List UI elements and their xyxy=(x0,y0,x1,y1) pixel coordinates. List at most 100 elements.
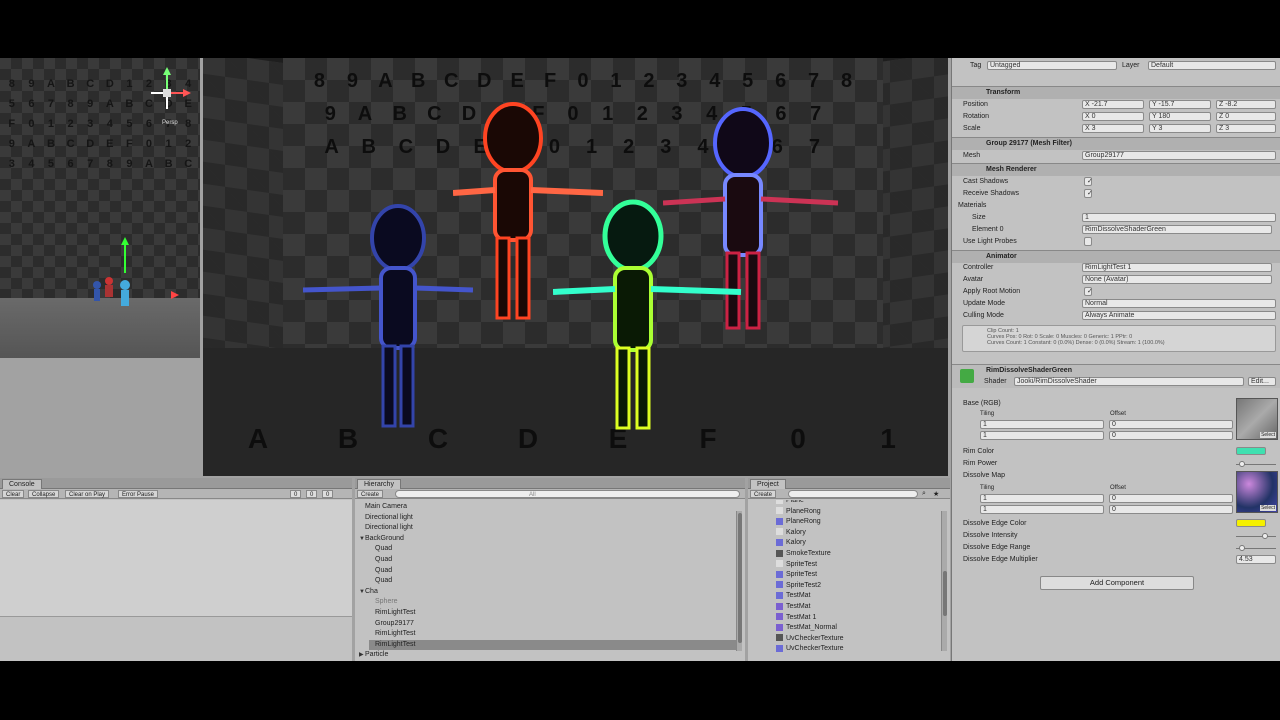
avatar-field[interactable]: None (Avatar) xyxy=(1082,275,1272,284)
tiling2-x-field[interactable]: 1 xyxy=(980,494,1104,503)
project-item[interactable]: UvCheckerTexture xyxy=(776,634,844,644)
error-pause-button[interactable]: Error Pause xyxy=(118,490,159,498)
project-item[interactable]: TestMat 1 xyxy=(776,613,816,623)
hierarchy-scroll-thumb[interactable] xyxy=(738,513,742,643)
element0-field[interactable]: RimDissolveShaderGreen xyxy=(1082,225,1272,234)
project-item[interactable]: PlaneRong xyxy=(776,517,821,527)
project-scroll-thumb[interactable] xyxy=(943,571,947,616)
offset2-x-field[interactable]: 0 xyxy=(1109,494,1233,503)
rotation-x-field[interactable]: X 0 xyxy=(1082,112,1144,121)
hierarchy-item[interactable]: Quad xyxy=(369,576,392,586)
project-item[interactable]: TestMat xyxy=(776,591,811,601)
hierarchy-item[interactable]: Directional light xyxy=(359,523,413,533)
edge-mult-field[interactable]: 4.53 xyxy=(1236,555,1276,564)
project-item[interactable]: SpriteTest xyxy=(776,560,817,570)
dissolve-map-thumbnail[interactable]: Select xyxy=(1236,471,1278,513)
base-texture-thumbnail[interactable]: Select xyxy=(1236,398,1278,440)
culling-mode-dropdown[interactable]: Always Animate xyxy=(1082,311,1276,320)
hierarchy-scrollbar[interactable] xyxy=(736,511,742,651)
materials-row[interactable]: Materials xyxy=(952,201,1280,212)
console-log-area[interactable] xyxy=(0,500,352,617)
project-item[interactable]: TestMat xyxy=(776,602,811,612)
rim-color-swatch[interactable] xyxy=(1236,447,1266,455)
clear-on-play-button[interactable]: Clear on Play xyxy=(65,490,110,498)
hierarchy-item[interactable]: ▶Particle xyxy=(359,650,388,660)
hierarchy-create-button[interactable]: Create xyxy=(357,490,384,498)
scale-z-field[interactable]: Z 3 xyxy=(1216,124,1276,133)
intensity-slider[interactable] xyxy=(1236,536,1276,537)
intensity-slider-thumb[interactable] xyxy=(1262,533,1268,539)
hierarchy-item[interactable]: ▼BackGround xyxy=(359,534,404,544)
project-item[interactable]: PlaneRong xyxy=(776,507,821,517)
shader-edit-button[interactable]: Edit... xyxy=(1248,377,1276,386)
hierarchy-item[interactable]: RimLightTest xyxy=(369,629,415,639)
animator-header[interactable]: Animator xyxy=(952,250,1280,263)
scale-x-field[interactable]: X 3 xyxy=(1082,124,1144,133)
offset-x-field[interactable]: 0 xyxy=(1109,420,1233,429)
size-field[interactable]: 1 xyxy=(1082,213,1276,222)
hierarchy-item[interactable]: ▼Cha xyxy=(359,587,378,597)
transform-header[interactable]: Transform xyxy=(952,86,1280,99)
project-create-button[interactable]: Create xyxy=(750,490,777,498)
hierarchy-item[interactable]: Directional light xyxy=(359,513,413,523)
project-item[interactable]: Plane xyxy=(776,500,804,506)
offset-y-field[interactable]: 0 xyxy=(1109,431,1233,440)
add-component-button[interactable]: Add Component xyxy=(1040,576,1194,590)
rim-power-slider-thumb[interactable] xyxy=(1239,461,1245,467)
mesh-filter-header[interactable]: Group 29177 (Mesh Filter) xyxy=(952,137,1280,150)
tag-dropdown[interactable]: Untagged xyxy=(987,61,1117,70)
position-z-field[interactable]: Z -8.2 xyxy=(1216,100,1276,109)
layer-dropdown[interactable]: Default xyxy=(1148,61,1276,70)
collapse-button[interactable]: Collapse xyxy=(28,490,60,498)
project-item[interactable]: UvCheckerTexture xyxy=(776,644,844,654)
project-scrollbar[interactable] xyxy=(941,511,947,651)
tiling-y-field[interactable]: 1 xyxy=(980,431,1104,440)
hierarchy-item[interactable]: Quad xyxy=(369,566,392,576)
shader-dropdown[interactable]: Jooki/RimDissolveShader xyxy=(1014,377,1244,386)
clear-button[interactable]: Clear xyxy=(2,490,25,498)
star-icon[interactable]: ★ xyxy=(933,490,939,498)
hierarchy-tab[interactable]: Hierarchy xyxy=(357,479,401,489)
light-probes-checkbox[interactable] xyxy=(1084,237,1092,246)
hierarchy-item[interactable]: Main Camera xyxy=(359,502,407,512)
cast-shadows-checkbox[interactable]: ✓ xyxy=(1084,177,1093,186)
receive-shadows-checkbox[interactable]: ✓ xyxy=(1084,189,1093,198)
project-tab[interactable]: Project xyxy=(750,479,786,489)
scene-gizmo-icon[interactable] xyxy=(145,63,195,123)
warning-count-toggle[interactable]: 0 xyxy=(306,490,318,498)
project-item[interactable]: SpriteTest2 xyxy=(776,581,821,591)
project-item[interactable]: SmokeTexture xyxy=(776,549,831,559)
hierarchy-item[interactable]: RimLightTest xyxy=(369,639,739,650)
update-mode-dropdown[interactable]: Normal xyxy=(1082,299,1276,308)
project-item[interactable]: Kalory xyxy=(776,528,806,538)
scale-y-field[interactable]: Y 3 xyxy=(1149,124,1211,133)
hierarchy-item[interactable]: Quad xyxy=(369,544,392,554)
rotation-y-field[interactable]: Y 180 xyxy=(1149,112,1211,121)
position-y-field[interactable]: Y -15.7 xyxy=(1149,100,1211,109)
edge-color-swatch[interactable] xyxy=(1236,519,1266,527)
hierarchy-search-input[interactable]: All xyxy=(395,490,740,498)
rotation-z-field[interactable]: Z 0 xyxy=(1216,112,1276,121)
game-view[interactable]: 89ABCDEF012345678 9ABCDEF01234567 ABCDEF… xyxy=(203,58,948,476)
hierarchy-item[interactable]: Quad xyxy=(369,555,392,565)
mesh-field[interactable]: Group29177 xyxy=(1082,151,1276,160)
error-count-toggle[interactable]: 0 xyxy=(322,490,334,498)
project-item[interactable]: Kalory xyxy=(776,538,806,548)
select-dissolve-button[interactable]: Select xyxy=(1260,505,1276,511)
material-header[interactable]: RimDissolveShaderGreen Shader Jooki/RimD… xyxy=(952,364,1280,388)
tiling2-y-field[interactable]: 1 xyxy=(980,505,1104,514)
edge-range-slider-thumb[interactable] xyxy=(1239,545,1245,551)
mesh-renderer-header[interactable]: Mesh Renderer xyxy=(952,163,1280,176)
project-item[interactable]: TestMat_Normal xyxy=(776,623,837,633)
search-filter-icon[interactable]: ⌕ xyxy=(922,490,926,498)
root-motion-checkbox[interactable]: ✓ xyxy=(1084,287,1093,296)
offset2-y-field[interactable]: 0 xyxy=(1109,505,1233,514)
project-item[interactable]: SpriteTest xyxy=(776,570,817,580)
tiling-x-field[interactable]: 1 xyxy=(980,420,1104,429)
select-texture-button[interactable]: Select xyxy=(1260,432,1276,438)
controller-field[interactable]: RimLightTest 1 xyxy=(1082,263,1272,272)
position-x-field[interactable]: X -21.7 xyxy=(1082,100,1144,109)
hierarchy-item[interactable]: RimLightTest xyxy=(369,608,415,618)
hierarchy-item[interactable]: Group29177 xyxy=(369,619,414,629)
hierarchy-item[interactable]: Sphere xyxy=(369,597,398,607)
